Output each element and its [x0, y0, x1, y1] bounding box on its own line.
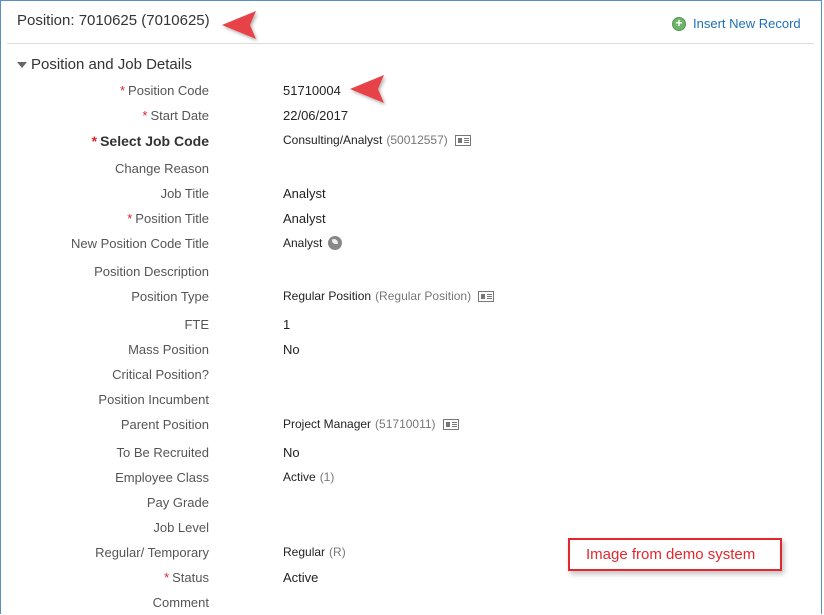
field-label: Job Level [153, 520, 209, 535]
field-label: To Be Recruited [116, 445, 210, 460]
field-label: Position Type [131, 289, 209, 304]
field-label: FTE [184, 317, 209, 332]
card-icon[interactable] [442, 418, 459, 430]
field-row-fte: FTE 1 [0, 317, 760, 337]
field-value: Active [283, 570, 319, 585]
field-value: Regular (R) [283, 545, 346, 559]
field-row-status: * Status Active [0, 570, 760, 590]
field-label: * Position Title [127, 211, 209, 226]
field-label: * Select Job Code [91, 133, 209, 149]
field-label: Critical Position? [112, 367, 209, 382]
field-label: Position Description [94, 264, 209, 279]
section-header-position-job-details[interactable]: Position and Job Details [17, 56, 192, 73]
field-value: Analyst [283, 186, 326, 201]
field-row-critical-position: Critical Position? [0, 367, 760, 387]
field-label: Position Incumbent [98, 392, 209, 407]
field-value: No [283, 342, 300, 357]
required-marker: * [119, 83, 126, 98]
field-row-parent-position: Parent Position Project Manager (51710011… [0, 417, 760, 437]
field-label: New Position Code Title [70, 236, 209, 251]
section-label: Position and Job Details [31, 56, 192, 73]
required-marker: * [142, 108, 148, 123]
field-value: No [283, 445, 300, 460]
field-label: * Position Code [119, 83, 209, 98]
field-row-comment: Comment [0, 595, 760, 615]
field-row-position-description: Position Description [0, 264, 760, 284]
insert-new-record-link[interactable]: + Insert New Record [672, 16, 801, 31]
field-label: * Start Date [142, 108, 209, 123]
field-label: Comment [152, 595, 209, 610]
position-title: Position: 7010625 (7010625) [17, 12, 210, 29]
field-label: Job Title [160, 186, 209, 201]
required-marker: * [91, 133, 98, 149]
field-row-mass-position: Mass Position No [0, 342, 760, 362]
card-icon[interactable] [478, 290, 495, 302]
demo-system-annotation-box: Image from demo system [568, 538, 782, 571]
required-marker: * [164, 570, 170, 585]
field-label: Regular/ Temporary [95, 545, 209, 560]
field-value: Analyst [283, 236, 343, 250]
collapse-triangle-icon[interactable] [17, 61, 27, 68]
field-value: Regular Position (Regular Position) [283, 289, 495, 303]
header-divider [7, 43, 814, 44]
field-label: Change Reason [115, 161, 209, 176]
field-row-employee-class: Employee Class Active (1) [0, 470, 760, 490]
field-row-job-title: Job Title Analyst [0, 186, 760, 206]
field-row-position-type: Position Type Regular Position (Regular P… [0, 289, 760, 309]
field-label: Parent Position [120, 417, 209, 432]
field-label: Pay Grade [146, 495, 209, 510]
card-icon[interactable] [454, 134, 471, 146]
field-value: Project Manager (51710011) [283, 417, 459, 431]
demo-system-annotation-text: Image from demo system [586, 546, 756, 563]
field-label: Mass Position [128, 342, 209, 357]
field-value: Active (1) [283, 470, 335, 484]
field-value: 22/06/2017 [283, 108, 349, 123]
annotation-arrow-position-code [350, 75, 457, 103]
plus-circle-icon: + [672, 16, 686, 31]
field-row-job-level: Job Level [0, 520, 760, 540]
insert-new-record-label: Insert New Record [693, 16, 801, 31]
field-row-new-position-code-title: New Position Code Title Analyst [0, 236, 760, 256]
field-label: * Status [164, 570, 209, 585]
field-row-pay-grade: Pay Grade [0, 495, 760, 515]
field-row-select-job-code: * Select Job Code Consulting/Analyst (5001… [0, 133, 760, 153]
field-value: Analyst [283, 211, 326, 226]
field-label: Employee Class [115, 470, 209, 485]
field-value: 51710004 [283, 83, 341, 98]
field-row-change-reason: Change Reason [0, 161, 760, 181]
globe-icon[interactable] [328, 236, 343, 250]
field-row-to-be-recruited: To Be Recruited No [0, 445, 760, 465]
required-marker: * [127, 211, 133, 226]
field-row-position-incumbent: Position Incumbent [0, 392, 760, 412]
field-value: Consulting/Analyst (50012557) [283, 133, 471, 147]
field-row-start-date: * Start Date 22/06/2017 [0, 108, 760, 128]
field-value: 1 [283, 317, 291, 332]
annotation-arrow-title [222, 11, 359, 39]
field-row-position-title: * Position Title Analyst [0, 211, 760, 231]
